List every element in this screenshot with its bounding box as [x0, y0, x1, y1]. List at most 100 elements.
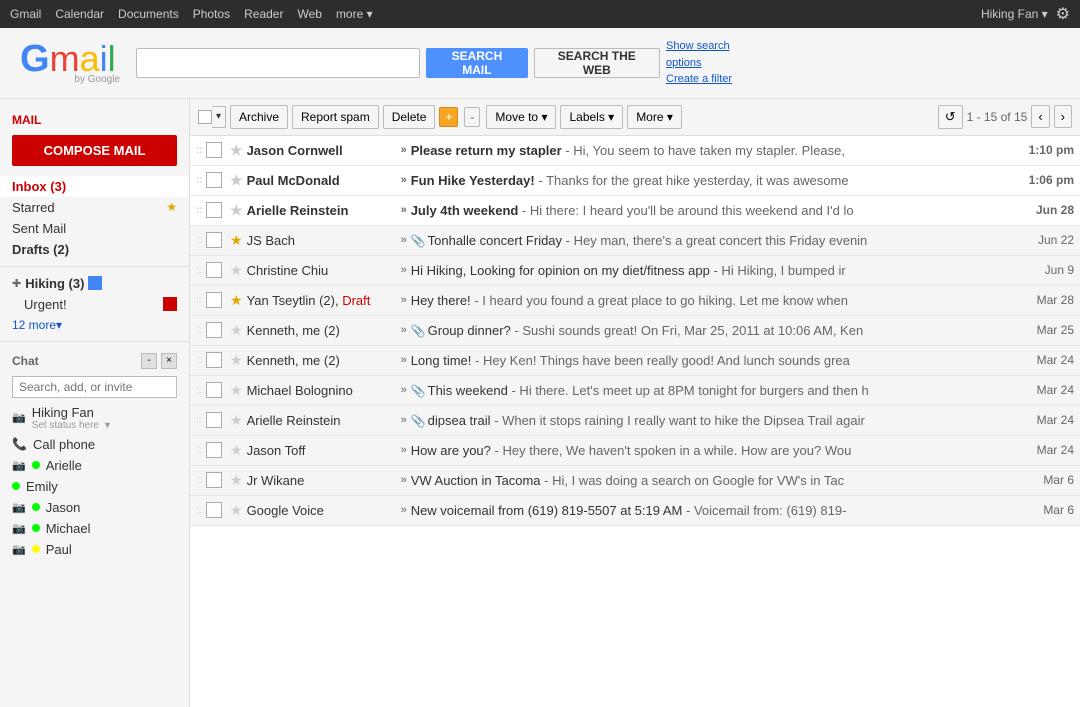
star-button[interactable]: ★	[230, 382, 243, 399]
email-checkbox[interactable]	[206, 352, 222, 368]
email-row[interactable]: :: ★ Kenneth, me (2) » Long time! - Hey …	[190, 346, 1080, 376]
user-account[interactable]: Hiking Fan ▾	[981, 7, 1048, 21]
chat-user-emily[interactable]: Emily	[0, 476, 189, 497]
chat-user-jason[interactable]: 📷 Jason	[0, 497, 189, 518]
email-checkbox[interactable]	[206, 502, 222, 518]
email-checkbox[interactable]	[206, 292, 222, 308]
report-spam-button[interactable]: Report spam	[292, 105, 379, 129]
create-filter-link[interactable]: Create a filter	[666, 71, 756, 88]
chat-user-hiking-fan[interactable]: 📷 Hiking Fan Set status here ▼	[0, 402, 189, 434]
chat-user-arielle[interactable]: 📷 Arielle	[0, 455, 189, 476]
sidebar-item-urgent[interactable]: Urgent!	[0, 294, 189, 315]
move-to-button[interactable]: Move to ▾	[486, 105, 556, 129]
email-checkbox[interactable]	[206, 412, 222, 428]
star-button[interactable]: ★	[230, 442, 243, 459]
sidebar-item-starred[interactable]: Starred ★	[0, 197, 189, 218]
prev-page-button[interactable]: ‹	[1031, 105, 1049, 128]
star-button[interactable]: ★	[230, 292, 243, 309]
chat-user-michael[interactable]: 📷 Michael	[0, 518, 189, 539]
star-button[interactable]: ★	[230, 412, 243, 429]
delete-button[interactable]: Delete	[383, 105, 436, 129]
email-row[interactable]: :: ★ Yan Tseytlin (2), Draft » Hey there…	[190, 286, 1080, 316]
email-checkbox[interactable]	[206, 232, 222, 248]
minus-action-button[interactable]: -	[464, 107, 480, 127]
next-page-button[interactable]: ›	[1054, 105, 1072, 128]
sidebar-item-inbox[interactable]: Inbox (3)	[0, 176, 189, 197]
email-checkbox[interactable]	[206, 202, 222, 218]
email-checkbox[interactable]	[206, 442, 222, 458]
email-row[interactable]: :: ★ JS Bach » 📎Tonhalle concert Friday …	[190, 226, 1080, 256]
nav-gmail[interactable]: Gmail	[10, 7, 41, 21]
star-button[interactable]: ★	[230, 472, 243, 489]
email-row[interactable]: :: ★ Jason Cornwell » Please return my s…	[190, 136, 1080, 166]
refresh-button[interactable]: ↺	[938, 105, 963, 129]
email-sender: JS Bach	[247, 233, 397, 248]
sidebar-item-sent[interactable]: Sent Mail	[0, 218, 189, 239]
nav-more[interactable]: more ▾	[336, 7, 373, 21]
preview-text: - Voicemail from: (619) 819-	[686, 503, 846, 518]
star-button[interactable]: ★	[230, 502, 243, 519]
star-button[interactable]: ★	[230, 232, 243, 249]
star-button[interactable]: ★	[230, 322, 243, 339]
chat-minimize-button[interactable]: -	[141, 353, 157, 369]
subject-text: Please return my stapler	[411, 143, 562, 158]
logo-i: i	[100, 38, 108, 79]
email-row[interactable]: :: ★ Kenneth, me (2) » 📎Group dinner? - …	[190, 316, 1080, 346]
chat-call-phone[interactable]: 📞 Call phone	[0, 434, 189, 455]
select-all-checkbox[interactable]	[198, 110, 212, 124]
archive-button[interactable]: Archive	[230, 105, 288, 129]
search-mail-button[interactable]: SEARCH MAIL	[426, 48, 527, 78]
email-checkbox[interactable]	[206, 322, 222, 338]
nav-photos[interactable]: Photos	[193, 7, 230, 21]
logo-m: m	[50, 38, 80, 79]
sender-name: Yan Tseytlin (2),	[247, 293, 339, 308]
email-checkbox[interactable]	[206, 262, 222, 278]
chat-search-input[interactable]	[12, 376, 177, 398]
nav-documents[interactable]: Documents	[118, 7, 179, 21]
email-row[interactable]: :: ★ Christine Chiu » Hi Hiking, Looking…	[190, 256, 1080, 286]
search-web-button[interactable]: SEARCH THE WEB	[534, 48, 660, 78]
email-checkbox[interactable]	[206, 172, 222, 188]
star-button[interactable]: ★	[230, 172, 243, 189]
show-search-options-link[interactable]: Show search options	[666, 38, 756, 71]
nav-calendar[interactable]: Calendar	[55, 7, 104, 21]
sidebar-item-drafts[interactable]: Drafts (2)	[0, 239, 189, 260]
email-checkbox[interactable]	[206, 472, 222, 488]
logo-a: a	[80, 38, 100, 79]
plus-action-button[interactable]: +	[439, 107, 458, 127]
select-dropdown-button[interactable]: ▾	[212, 106, 226, 128]
email-row[interactable]: :: ★ Paul McDonald » Fun Hike Yesterday!…	[190, 166, 1080, 196]
preview-text: - Hi, You seem to have taken my stapler.…	[565, 143, 845, 158]
email-row[interactable]: :: ★ Arielle Reinstein » July 4th weeken…	[190, 196, 1080, 226]
chat-status-hiking-fan: Set status here	[32, 420, 99, 431]
search-input[interactable]	[136, 48, 420, 78]
email-subject-preview: 📎dipsea trail - When it stops raining I …	[411, 413, 1014, 428]
star-button[interactable]: ★	[230, 142, 243, 159]
star-button[interactable]: ★	[230, 352, 243, 369]
star-button[interactable]: ★	[230, 262, 243, 279]
nav-web[interactable]: Web	[297, 7, 321, 21]
email-row[interactable]: :: ★ Arielle Reinstein » 📎dipsea trail -…	[190, 406, 1080, 436]
sender-name: Arielle Reinstein	[247, 203, 349, 218]
chat-username-michael: Michael	[46, 521, 91, 536]
preview-text: - Hey there, We haven't spoken in a whil…	[495, 443, 852, 458]
email-checkbox[interactable]	[206, 382, 222, 398]
chat-expand-button[interactable]: ×	[161, 353, 177, 369]
email-row[interactable]: :: ★ Michael Bolognino » 📎This weekend -…	[190, 376, 1080, 406]
email-row[interactable]: :: ★ Jr Wikane » VW Auction in Tacoma - …	[190, 466, 1080, 496]
settings-gear-icon[interactable]: ⚙	[1056, 4, 1070, 24]
sidebar-item-hiking[interactable]: ✚ Hiking (3)	[0, 273, 189, 294]
more-actions-button[interactable]: More ▾	[627, 105, 682, 129]
labels-button[interactable]: Labels ▾	[560, 105, 623, 129]
row-handle: ::	[196, 205, 202, 216]
sidebar-more-link[interactable]: 12 more▾	[0, 315, 189, 335]
email-checkbox[interactable]	[206, 142, 222, 158]
email-date: Jun 9	[1014, 263, 1074, 277]
email-row[interactable]: :: ★ Google Voice » New voicemail from (…	[190, 496, 1080, 526]
star-button[interactable]: ★	[230, 202, 243, 219]
select-all-checkbox-area: ▾	[198, 106, 226, 128]
nav-reader[interactable]: Reader	[244, 7, 283, 21]
email-row[interactable]: :: ★ Jason Toff » How are you? - Hey the…	[190, 436, 1080, 466]
chat-user-paul[interactable]: 📷 Paul	[0, 539, 189, 560]
compose-mail-button[interactable]: COMPOSE MAIL	[12, 135, 177, 166]
